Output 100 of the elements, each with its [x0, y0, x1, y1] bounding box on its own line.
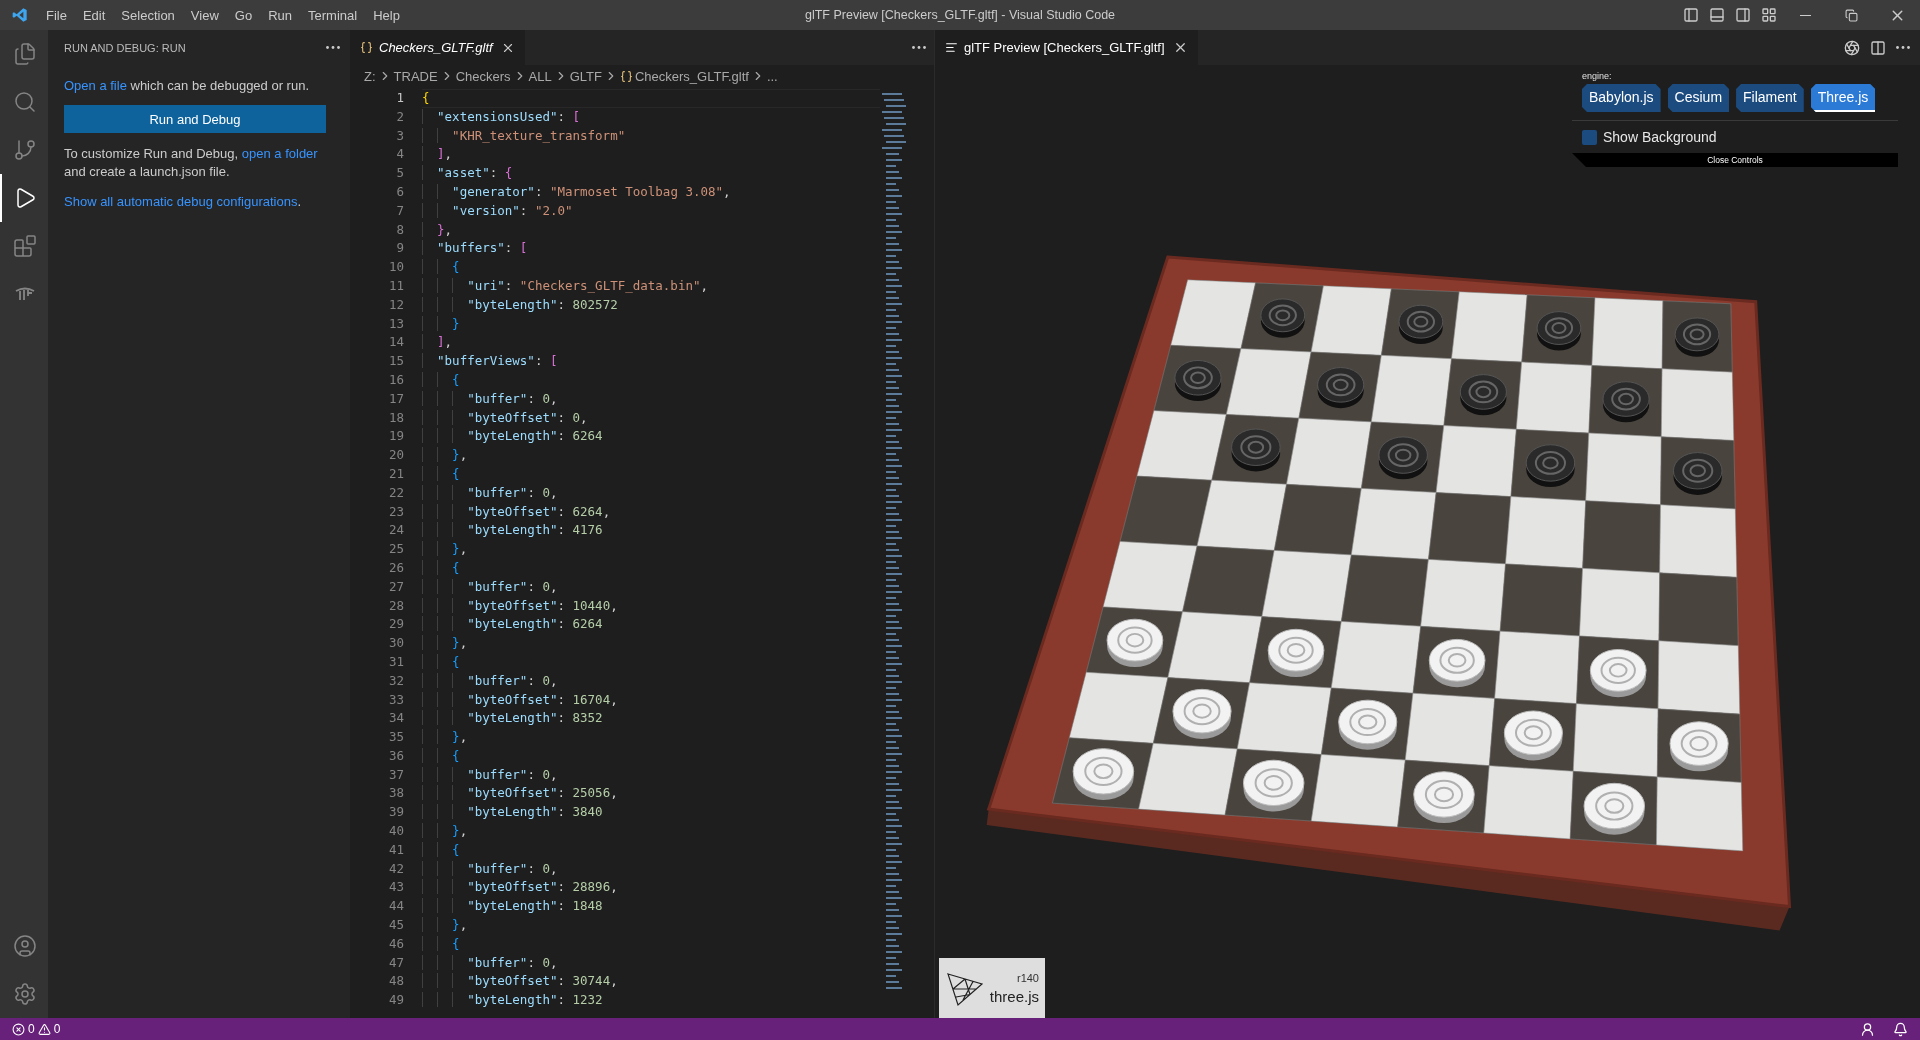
engine-button[interactable]: Filament: [1736, 84, 1804, 112]
engine-label: engine:: [1582, 71, 1613, 81]
branch-icon: [13, 138, 37, 162]
line-number: 37: [388, 765, 404, 784]
line-number: 35: [388, 728, 404, 747]
more-actions-button[interactable]: [324, 44, 342, 51]
code-line: {: [422, 934, 880, 954]
breadcrumb-item[interactable]: ...: [766, 68, 778, 84]
braces-icon: [360, 41, 373, 54]
code-line: "byteOffset": 30744,: [422, 972, 880, 992]
code-line: {: [422, 89, 880, 108]
menu-item[interactable]: Help: [365, 7, 408, 23]
code-line: "buffer": 0,: [422, 389, 880, 409]
code-line: }: [422, 314, 880, 334]
breadcrumb-item[interactable]: Z:: [364, 68, 376, 84]
line-number: 26: [388, 558, 404, 577]
open-file-link[interactable]: Open a file: [64, 78, 127, 93]
code-line: {: [422, 652, 880, 672]
open-file-text: Open a file which can be debugged or run.: [64, 77, 310, 95]
breadcrumb-item[interactable]: ALL: [528, 68, 552, 84]
window-title: glTF Preview [Checkers_GLTF.gltf] - Visual Studio Code: [804, 8, 1116, 22]
code-line: "extensionsUsed": [: [422, 107, 880, 127]
line-number: 42: [388, 859, 404, 878]
line-number: 33: [388, 690, 404, 709]
settings-icon: [13, 982, 37, 1006]
run-and-debug-button[interactable]: Run and Debug: [64, 105, 326, 133]
line-number: 9: [396, 239, 404, 258]
menu-item[interactable]: View: [182, 7, 227, 23]
menu-item[interactable]: Run: [260, 7, 300, 23]
more-icon: [326, 46, 340, 49]
preview-tab[interactable]: glTF Preview [Checkers_GLTF.gltf]: [935, 30, 1198, 65]
line-number: 1: [396, 89, 404, 107]
checkbox-label: Show Background: [1603, 129, 1717, 145]
code-line: },: [422, 220, 880, 240]
breadcrumb-item[interactable]: GLTF: [569, 68, 602, 84]
code-line: "bufferViews": [: [422, 352, 880, 371]
menu-item[interactable]: Terminal: [300, 7, 366, 23]
account-icon: [13, 934, 37, 958]
code-line: "asset": {: [422, 164, 880, 183]
engine-button[interactable]: Cesium: [1667, 84, 1730, 112]
open-folder-link[interactable]: open a folder: [241, 146, 318, 161]
engine-button[interactable]: Babylon.js: [1582, 84, 1661, 112]
customize-text: To customize Run and Debug, open a folder and create a launch.json file.: [64, 145, 319, 181]
line-number: 40: [388, 822, 404, 841]
panel-left-icon: [1683, 7, 1699, 23]
code-line: {: [422, 370, 880, 390]
code-line: "buffer": 0,: [422, 859, 880, 879]
renderer-name: three.js: [989, 987, 1039, 1005]
checkbox[interactable]: [1582, 129, 1597, 145]
menu-item[interactable]: Edit: [74, 7, 114, 23]
line-number: 14: [388, 333, 404, 352]
breadcrumb-item[interactable]: Checkers: [455, 68, 511, 84]
code-line: {: [422, 558, 880, 578]
more-icon: [1896, 46, 1910, 49]
code-line: "buffers": [: [422, 239, 880, 259]
code-line: "byteOffset": 10440,: [422, 596, 880, 616]
line-number: 3: [396, 126, 404, 145]
menu-item[interactable]: Go: [226, 7, 261, 23]
line-number: 47: [388, 953, 404, 972]
sidebar-title: RUN AND DEBUG: RUN: [64, 41, 186, 54]
close-controls-button[interactable]: Close Controls: [1572, 153, 1898, 167]
editor-tab[interactable]: Checkers_GLTF.gltf: [350, 30, 525, 65]
line-number: 43: [388, 878, 404, 897]
line-number: 30: [388, 634, 404, 653]
line-number: 41: [388, 840, 404, 859]
more-icon: [912, 46, 926, 49]
breadcrumb-item[interactable]: TRADE: [393, 68, 438, 84]
line-number: 49: [388, 991, 404, 1010]
code-line: "generator": "Marmoset Toolbag 3.08",: [422, 183, 880, 202]
panel-bottom-icon: [1709, 7, 1725, 23]
line-number: 10: [388, 258, 404, 277]
line-number: 20: [388, 446, 404, 465]
code-line: "buffer": 0,: [422, 953, 880, 973]
show-configurations-text: Show all automatic debug configurations.: [64, 193, 303, 211]
line-number: 34: [388, 709, 404, 728]
line-number: 6: [396, 183, 404, 201]
code-line: "byteLength": 6264: [422, 615, 880, 635]
line-number: 2: [396, 107, 404, 126]
line-number: 48: [388, 972, 404, 991]
notifications-button[interactable]: [1891, 1021, 1910, 1037]
line-number: 36: [388, 746, 404, 765]
line-number: 12: [388, 295, 404, 314]
menu-item[interactable]: File: [38, 7, 75, 23]
code-line: "uri": "Checkers_GLTF_data.bin",: [422, 276, 880, 296]
preview-icon: [945, 41, 958, 54]
code-line: "byteLength": 3840: [422, 803, 880, 823]
menu-item[interactable]: Selection: [113, 7, 183, 23]
breadcrumb-item[interactable]: Checkers_GLTF.gltf: [634, 68, 749, 84]
files-icon: [13, 42, 37, 66]
line-number: 28: [388, 596, 404, 615]
line-number: 13: [388, 314, 404, 333]
line-number: 45: [388, 916, 404, 935]
aperture-icon: [1844, 39, 1860, 56]
engine-button[interactable]: Three.js: [1810, 84, 1876, 112]
code-line: "byteOffset": 28896,: [422, 878, 880, 898]
line-number: 44: [388, 897, 404, 916]
warning-count: 0: [53, 1022, 61, 1036]
problems-status[interactable]: 0 0: [10, 1022, 63, 1036]
error-icon: [12, 1022, 25, 1036]
code-line: },: [422, 540, 880, 559]
